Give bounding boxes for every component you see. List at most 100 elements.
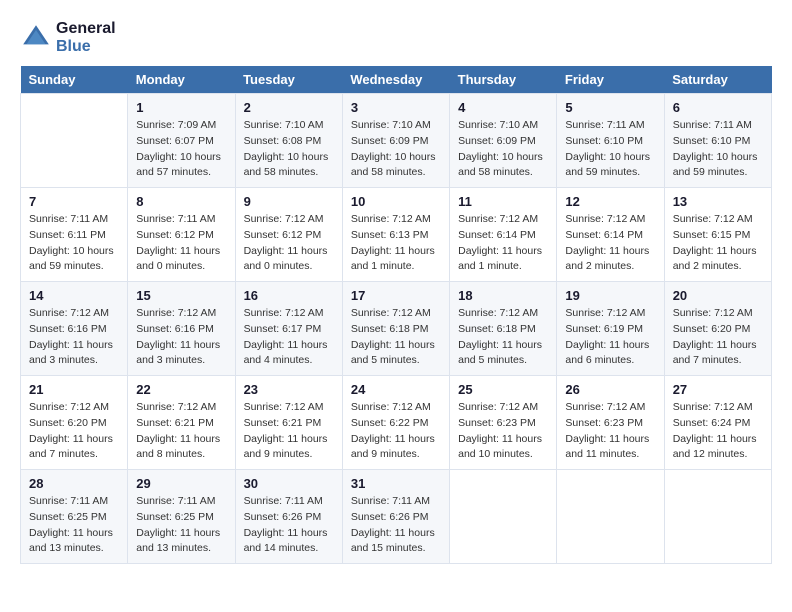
calendar-cell: 22 Sunrise: 7:12 AMSunset: 6:21 PMDayligh… <box>128 376 235 470</box>
day-info: Sunrise: 7:10 AMSunset: 6:09 PMDaylight:… <box>351 118 441 181</box>
day-info: Sunrise: 7:09 AMSunset: 6:07 PMDaylight:… <box>136 118 226 181</box>
day-number: 29 <box>136 476 226 491</box>
day-info: Sunrise: 7:11 AMSunset: 6:25 PMDaylight:… <box>29 494 119 557</box>
logo-text: General Blue <box>56 20 116 56</box>
day-info: Sunrise: 7:12 AMSunset: 6:18 PMDaylight:… <box>351 306 441 369</box>
day-info: Sunrise: 7:12 AMSunset: 6:21 PMDaylight:… <box>244 400 334 463</box>
calendar-week-row: 1 Sunrise: 7:09 AMSunset: 6:07 PMDaylight… <box>21 94 772 188</box>
calendar-body: 1 Sunrise: 7:09 AMSunset: 6:07 PMDaylight… <box>21 94 772 564</box>
calendar-cell: 12 Sunrise: 7:12 AMSunset: 6:14 PMDayligh… <box>557 188 664 282</box>
day-number: 14 <box>29 288 119 303</box>
calendar-week-row: 14 Sunrise: 7:12 AMSunset: 6:16 PMDayligh… <box>21 282 772 376</box>
calendar-table: SundayMondayTuesdayWednesdayThursdayFrid… <box>20 66 772 564</box>
day-info: Sunrise: 7:12 AMSunset: 6:19 PMDaylight:… <box>565 306 655 369</box>
calendar-week-row: 7Sunrise: 7:11 AMSunset: 6:11 PMDaylight… <box>21 188 772 282</box>
day-number: 22 <box>136 382 226 397</box>
day-info: Sunrise: 7:10 AMSunset: 6:09 PMDaylight:… <box>458 118 548 181</box>
calendar-cell: 8 Sunrise: 7:11 AMSunset: 6:12 PMDaylight… <box>128 188 235 282</box>
logo-icon <box>20 22 52 54</box>
weekday-header-monday: Monday <box>128 66 235 94</box>
day-number: 18 <box>458 288 548 303</box>
calendar-cell: 31Sunrise: 7:11 AMSunset: 6:26 PMDayligh… <box>342 470 449 564</box>
day-number: 12 <box>565 194 655 209</box>
calendar-header: SundayMondayTuesdayWednesdayThursdayFrid… <box>21 66 772 94</box>
day-info: Sunrise: 7:12 AMSunset: 6:16 PMDaylight:… <box>136 306 226 369</box>
calendar-cell: 11Sunrise: 7:12 AMSunset: 6:14 PMDayligh… <box>450 188 557 282</box>
calendar-cell: 26 Sunrise: 7:12 AMSunset: 6:23 PMDayligh… <box>557 376 664 470</box>
calendar-cell: 1 Sunrise: 7:09 AMSunset: 6:07 PMDaylight… <box>128 94 235 188</box>
day-number: 21 <box>29 382 119 397</box>
calendar-cell: 21 Sunrise: 7:12 AMSunset: 6:20 PMDayligh… <box>21 376 128 470</box>
calendar-cell: 20Sunrise: 7:12 AMSunset: 6:20 PMDayligh… <box>664 282 771 376</box>
day-info: Sunrise: 7:12 AMSunset: 6:14 PMDaylight:… <box>458 212 548 275</box>
calendar-cell: 25 Sunrise: 7:12 AMSunset: 6:23 PMDayligh… <box>450 376 557 470</box>
calendar-cell: 13 Sunrise: 7:12 AMSunset: 6:15 PMDayligh… <box>664 188 771 282</box>
day-number: 30 <box>244 476 334 491</box>
calendar-cell: 28 Sunrise: 7:11 AMSunset: 6:25 PMDayligh… <box>21 470 128 564</box>
day-info: Sunrise: 7:11 AMSunset: 6:26 PMDaylight:… <box>244 494 334 557</box>
day-number: 1 <box>136 100 226 115</box>
day-info: Sunrise: 7:12 AMSunset: 6:23 PMDaylight:… <box>458 400 548 463</box>
day-info: Sunrise: 7:12 AMSunset: 6:14 PMDaylight:… <box>565 212 655 275</box>
calendar-cell: 30 Sunrise: 7:11 AMSunset: 6:26 PMDayligh… <box>235 470 342 564</box>
day-number: 17 <box>351 288 441 303</box>
day-number: 6 <box>673 100 763 115</box>
calendar-cell: 10 Sunrise: 7:12 AMSunset: 6:13 PMDayligh… <box>342 188 449 282</box>
calendar-cell: 29 Sunrise: 7:11 AMSunset: 6:25 PMDayligh… <box>128 470 235 564</box>
day-number: 15 <box>136 288 226 303</box>
weekday-header-friday: Friday <box>557 66 664 94</box>
calendar-cell <box>450 470 557 564</box>
day-number: 23 <box>244 382 334 397</box>
day-info: Sunrise: 7:12 AMSunset: 6:12 PMDaylight:… <box>244 212 334 275</box>
calendar-cell: 27 Sunrise: 7:12 AMSunset: 6:24 PMDayligh… <box>664 376 771 470</box>
day-number: 25 <box>458 382 548 397</box>
day-number: 2 <box>244 100 334 115</box>
calendar-cell: 15 Sunrise: 7:12 AMSunset: 6:16 PMDayligh… <box>128 282 235 376</box>
day-info: Sunrise: 7:12 AMSunset: 6:24 PMDaylight:… <box>673 400 763 463</box>
day-number: 5 <box>565 100 655 115</box>
day-info: Sunrise: 7:11 AMSunset: 6:10 PMDaylight:… <box>673 118 763 181</box>
day-number: 4 <box>458 100 548 115</box>
day-number: 10 <box>351 194 441 209</box>
calendar-cell: 9Sunrise: 7:12 AMSunset: 6:12 PMDaylight… <box>235 188 342 282</box>
calendar-cell: 3 Sunrise: 7:10 AMSunset: 6:09 PMDaylight… <box>342 94 449 188</box>
day-number: 27 <box>673 382 763 397</box>
page-header: General Blue <box>20 20 772 56</box>
day-info: Sunrise: 7:12 AMSunset: 6:16 PMDaylight:… <box>29 306 119 369</box>
calendar-cell <box>21 94 128 188</box>
day-info: Sunrise: 7:12 AMSunset: 6:17 PMDaylight:… <box>244 306 334 369</box>
calendar-cell: 24Sunrise: 7:12 AMSunset: 6:22 PMDayligh… <box>342 376 449 470</box>
day-number: 3 <box>351 100 441 115</box>
day-info: Sunrise: 7:11 AMSunset: 6:26 PMDaylight:… <box>351 494 441 557</box>
day-info: Sunrise: 7:12 AMSunset: 6:23 PMDaylight:… <box>565 400 655 463</box>
day-info: Sunrise: 7:11 AMSunset: 6:10 PMDaylight:… <box>565 118 655 181</box>
day-info: Sunrise: 7:12 AMSunset: 6:18 PMDaylight:… <box>458 306 548 369</box>
calendar-week-row: 21 Sunrise: 7:12 AMSunset: 6:20 PMDayligh… <box>21 376 772 470</box>
day-info: Sunrise: 7:11 AMSunset: 6:12 PMDaylight:… <box>136 212 226 275</box>
weekday-header-saturday: Saturday <box>664 66 771 94</box>
day-info: Sunrise: 7:12 AMSunset: 6:15 PMDaylight:… <box>673 212 763 275</box>
day-info: Sunrise: 7:11 AMSunset: 6:25 PMDaylight:… <box>136 494 226 557</box>
calendar-cell: 14 Sunrise: 7:12 AMSunset: 6:16 PMDayligh… <box>21 282 128 376</box>
day-number: 28 <box>29 476 119 491</box>
day-info: Sunrise: 7:10 AMSunset: 6:08 PMDaylight:… <box>244 118 334 181</box>
calendar-cell <box>557 470 664 564</box>
day-number: 8 <box>136 194 226 209</box>
day-number: 13 <box>673 194 763 209</box>
calendar-cell: 4 Sunrise: 7:10 AMSunset: 6:09 PMDaylight… <box>450 94 557 188</box>
day-info: Sunrise: 7:12 AMSunset: 6:13 PMDaylight:… <box>351 212 441 275</box>
day-info: Sunrise: 7:12 AMSunset: 6:20 PMDaylight:… <box>673 306 763 369</box>
calendar-cell: 18 Sunrise: 7:12 AMSunset: 6:18 PMDayligh… <box>450 282 557 376</box>
logo: General Blue <box>20 20 116 56</box>
calendar-cell: 23 Sunrise: 7:12 AMSunset: 6:21 PMDayligh… <box>235 376 342 470</box>
day-info: Sunrise: 7:12 AMSunset: 6:20 PMDaylight:… <box>29 400 119 463</box>
day-number: 26 <box>565 382 655 397</box>
day-number: 16 <box>244 288 334 303</box>
day-number: 24 <box>351 382 441 397</box>
weekday-header-wednesday: Wednesday <box>342 66 449 94</box>
day-info: Sunrise: 7:12 AMSunset: 6:21 PMDaylight:… <box>136 400 226 463</box>
weekday-header-sunday: Sunday <box>21 66 128 94</box>
weekday-header-tuesday: Tuesday <box>235 66 342 94</box>
calendar-cell: 2 Sunrise: 7:10 AMSunset: 6:08 PMDaylight… <box>235 94 342 188</box>
calendar-cell <box>664 470 771 564</box>
